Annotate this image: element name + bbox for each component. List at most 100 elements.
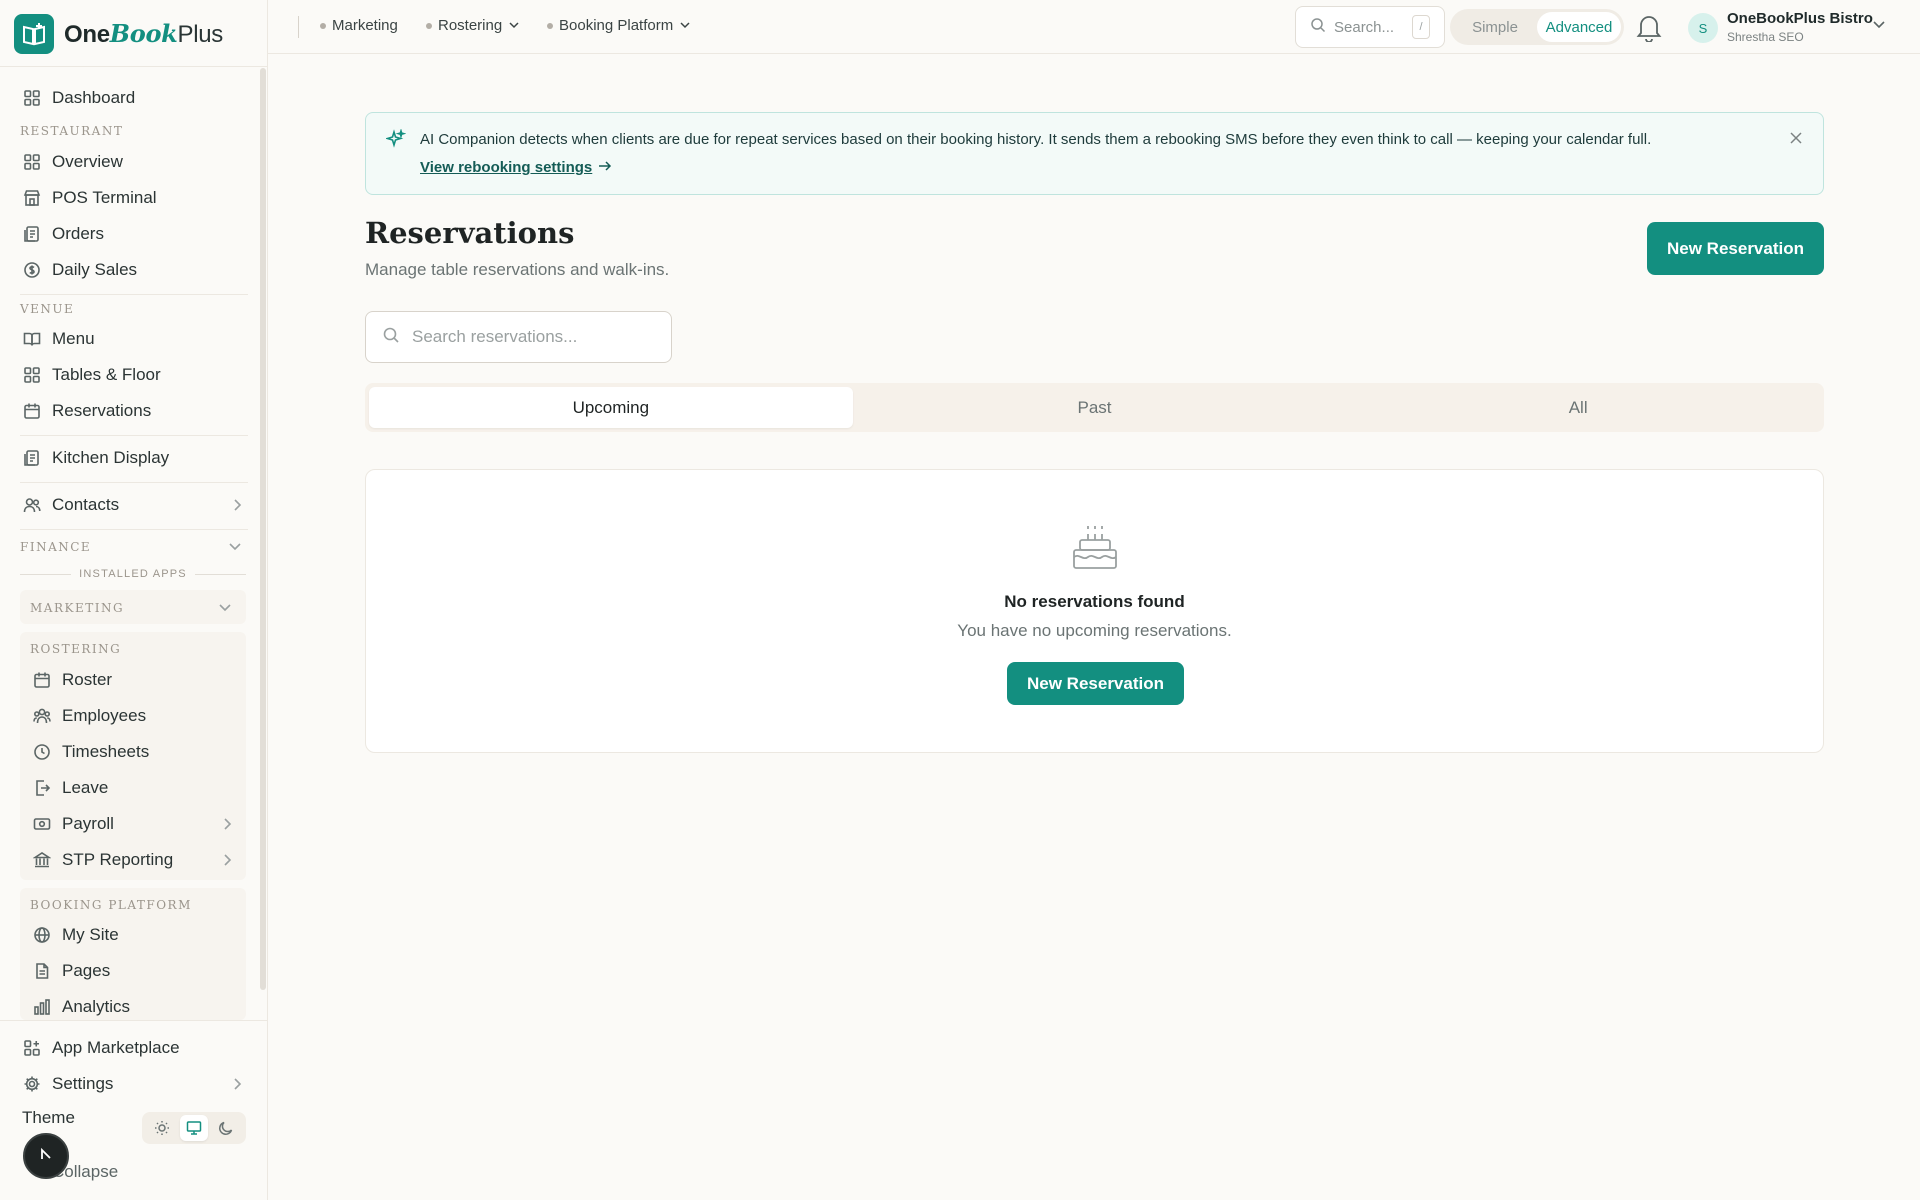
sidebar-item-timesheets[interactable]: Timesheets — [32, 736, 238, 768]
section-restaurant: RESTAURANT — [20, 124, 124, 138]
new-reservation-button[interactable]: New Reservation — [1647, 222, 1824, 275]
sidebar-item-label: Settings — [52, 1074, 114, 1093]
sidebar-item-label: Pages — [62, 961, 111, 980]
top-link-rostering[interactable]: Rostering — [426, 17, 520, 34]
arrow-right-icon — [598, 159, 612, 176]
grid-icon — [22, 365, 42, 385]
empty-state-card: No reservations found You have no upcomi… — [365, 469, 1824, 753]
section-venue: VENUE — [20, 302, 75, 316]
sidebar-item-contacts[interactable]: Contacts — [22, 489, 248, 521]
arrow-icon — [37, 1145, 55, 1168]
banner-text: AI Companion detects when clients are du… — [420, 131, 1652, 148]
ai-companion-banner: AI Companion detects when clients are du… — [365, 112, 1824, 195]
top-link-booking-platform[interactable]: Booking Platform — [547, 17, 691, 34]
calendar-icon — [22, 401, 42, 421]
brand-name: OneBookPlus — [64, 19, 224, 48]
chevron-down-icon[interactable] — [1872, 18, 1886, 36]
sidebar-item-label: Analytics — [62, 997, 131, 1016]
grid-icon — [22, 88, 42, 108]
tab-upcoming[interactable]: Upcoming — [369, 387, 853, 428]
dollar-circle-icon — [22, 260, 42, 280]
dot-icon — [320, 22, 326, 29]
installed-apps-divider: INSTALLED APPS — [20, 568, 247, 580]
sidebar-item-kitchen-display[interactable]: Kitchen Display — [22, 442, 248, 474]
global-search[interactable]: Search... / — [1295, 6, 1445, 48]
sidebar-item-pages[interactable]: Pages — [32, 955, 238, 987]
sidebar-item-label: Daily Sales — [52, 260, 138, 279]
sidebar-item-menu[interactable]: Menu — [22, 323, 248, 355]
tab-all[interactable]: All — [1336, 387, 1820, 428]
sidebar-item-daily-sales[interactable]: Daily Sales — [22, 254, 248, 286]
search-placeholder: Search... — [1334, 18, 1395, 36]
close-icon[interactable] — [1789, 129, 1803, 150]
user-name[interactable]: OneBookPlus Bistro — [1727, 10, 1873, 27]
sidebar-item-employees[interactable]: Employees — [32, 700, 238, 732]
sidebar-item-label: Payroll — [62, 814, 114, 833]
chevron-down-icon — [508, 17, 520, 34]
empty-subtitle: You have no upcoming reservations. — [957, 621, 1232, 640]
mode-toggle[interactable]: Simple Advanced — [1450, 9, 1624, 45]
section-marketing: MARKETING — [30, 601, 125, 615]
users-icon — [22, 495, 42, 515]
tab-past[interactable]: Past — [853, 387, 1337, 428]
sidebar-item-label: Leave — [62, 778, 109, 797]
theme-switch[interactable] — [142, 1112, 246, 1144]
book-open-icon — [22, 329, 42, 349]
sidebar-item-app-marketplace[interactable]: App Marketplace — [22, 1032, 248, 1064]
chevron-down-icon — [679, 17, 691, 34]
section-finance[interactable]: FINANCE — [20, 540, 91, 554]
gear-icon — [22, 1074, 42, 1094]
sidebar-item-leave[interactable]: Leave — [32, 772, 238, 804]
clock-icon — [32, 742, 52, 762]
sun-icon[interactable] — [148, 1115, 176, 1141]
sidebar-item-payroll[interactable]: Payroll — [32, 808, 238, 840]
sidebar-item-label: Contacts — [52, 495, 120, 514]
sidebar-item-pos-terminal[interactable]: POS Terminal — [22, 182, 248, 214]
monitor-icon[interactable] — [180, 1115, 208, 1141]
assistant-fab[interactable] — [23, 1133, 69, 1179]
dot-icon — [426, 22, 432, 29]
sidebar-item-tables-floor[interactable]: Tables & Floor — [22, 359, 248, 391]
grid-icon — [22, 152, 42, 172]
sidebar-item-stp-reporting[interactable]: STP Reporting — [32, 844, 238, 876]
chevron-right-icon — [232, 497, 242, 517]
moon-icon[interactable] — [212, 1115, 240, 1141]
mode-simple[interactable]: Simple — [1453, 12, 1537, 42]
sidebar-scrollbar[interactable] — [260, 68, 266, 990]
avatar[interactable]: S — [1688, 13, 1718, 43]
reservations-search[interactable]: Search reservations... — [365, 311, 672, 363]
chevron-down-icon[interactable] — [228, 540, 242, 558]
section-rostering: ROSTERING — [30, 642, 122, 656]
sidebar-item-my-site[interactable]: My Site — [32, 919, 238, 951]
new-reservation-empty-button[interactable]: New Reservation — [1007, 662, 1184, 705]
search-icon — [1310, 17, 1326, 37]
brand[interactable]: OneBookPlus — [14, 14, 223, 54]
store-icon — [22, 188, 42, 208]
bell-icon[interactable] — [1632, 10, 1666, 44]
top-link-marketing[interactable]: Marketing — [320, 17, 398, 34]
sidebar-item-overview[interactable]: Overview — [22, 146, 248, 178]
sidebar-item-orders[interactable]: Orders — [22, 218, 248, 250]
sidebar-item-settings[interactable]: Settings — [22, 1068, 248, 1100]
rebooking-settings-link[interactable]: View rebooking settings — [420, 159, 612, 176]
sidebar-item-label: Tables & Floor — [52, 365, 161, 384]
sidebar-item-reservations[interactable]: Reservations — [22, 395, 248, 427]
users-icon — [32, 706, 52, 726]
user-role: Shrestha SEO — [1727, 30, 1804, 44]
cake-icon — [1070, 522, 1120, 577]
sidebar-item-label: POS Terminal — [52, 188, 157, 207]
receipt-icon — [22, 448, 42, 468]
search-placeholder: Search reservations... — [412, 327, 578, 346]
chevron-down-icon[interactable] — [218, 601, 232, 619]
sidebar-item-analytics[interactable]: Analytics — [32, 991, 238, 1023]
globe-icon — [32, 925, 52, 945]
sidebar-item-label: Timesheets — [62, 742, 150, 761]
mode-advanced[interactable]: Advanced — [1537, 12, 1621, 42]
sidebar-item-roster[interactable]: Roster — [32, 664, 238, 696]
sidebar-item-label: STP Reporting — [62, 850, 174, 869]
receipt-icon — [22, 224, 42, 244]
sidebar-item-label: Kitchen Display — [52, 448, 170, 467]
sidebar-item-dashboard[interactable]: Dashboard — [22, 82, 248, 114]
sidebar-item-label: My Site — [62, 925, 119, 944]
sidebar-item-label: Employees — [62, 706, 147, 725]
